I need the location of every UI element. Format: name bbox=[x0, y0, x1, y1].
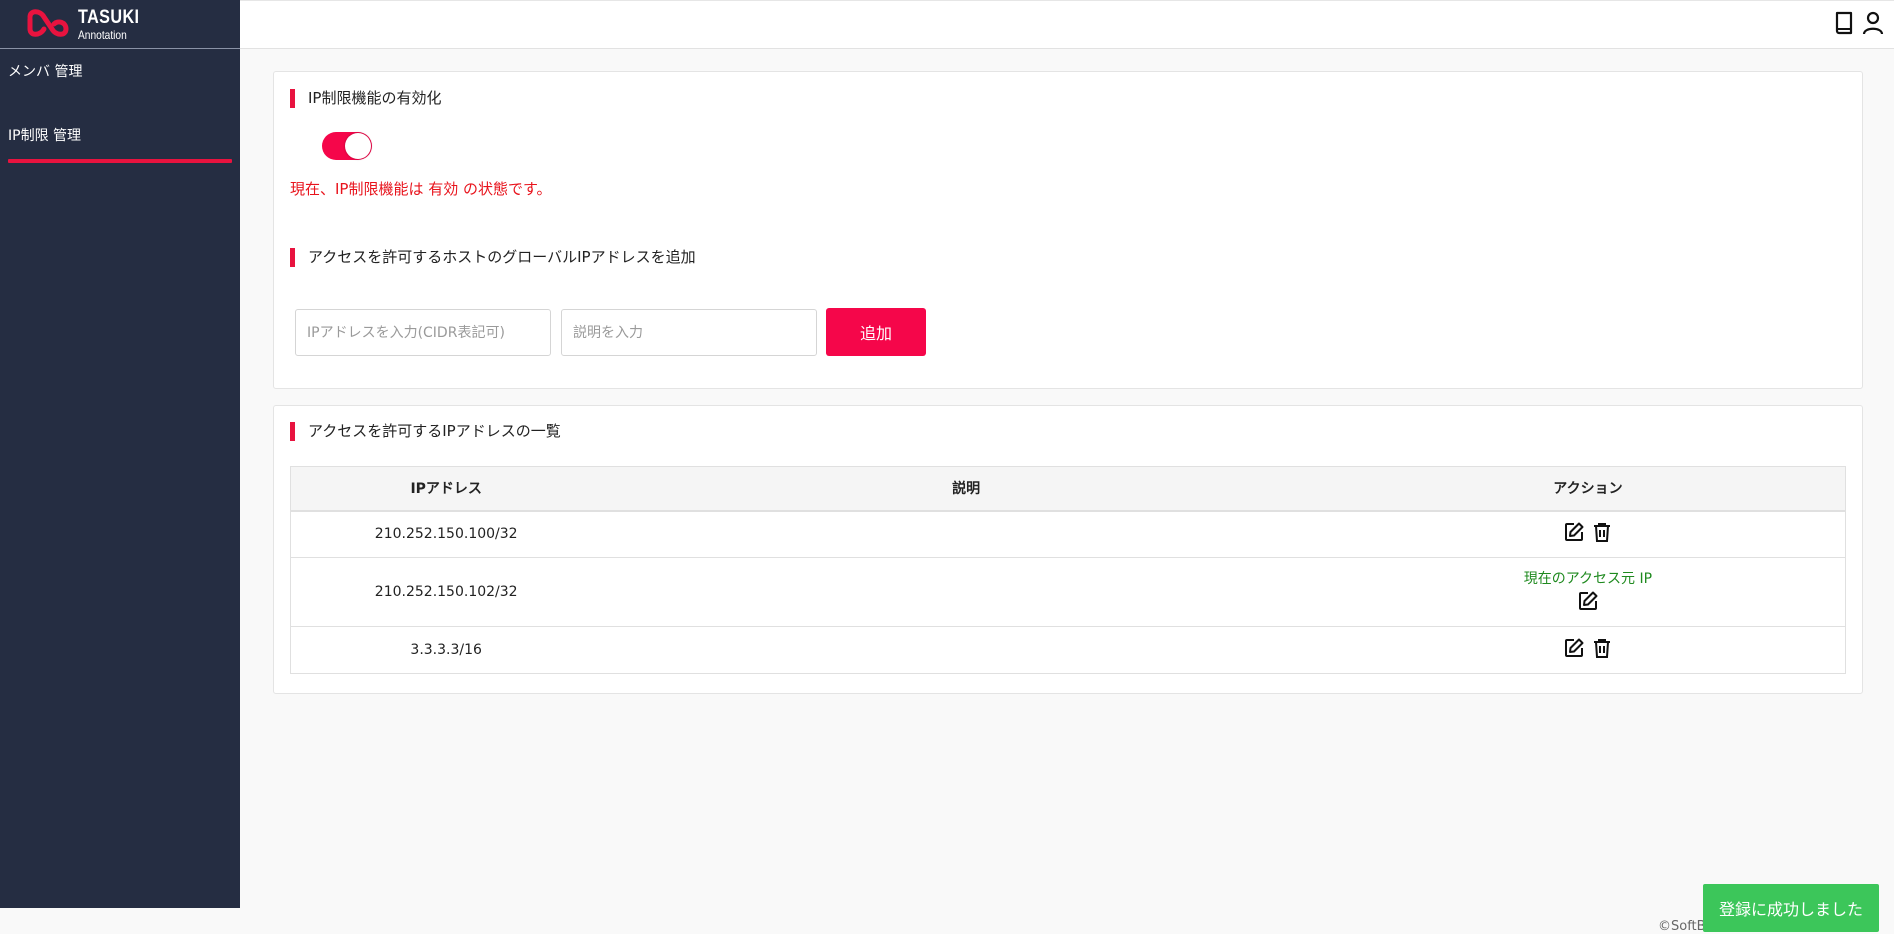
logo-title: TASUKI bbox=[78, 6, 140, 28]
footer-copyright: ©SoftB bbox=[1658, 919, 1706, 934]
current-access-ip-label: 現在のアクセス元 IP bbox=[1523, 571, 1653, 587]
allowed-ip-list-card: アクセスを許可するIPアドレスの一覧 IPアドレス 説明 アクション 210.2… bbox=[273, 405, 1863, 694]
ip-address-input[interactable] bbox=[295, 309, 551, 356]
section-title-ip-list: アクセスを許可するIPアドレスの一覧 bbox=[290, 422, 561, 441]
user-icon[interactable] bbox=[1860, 10, 1886, 36]
column-header-ip: IPアドレス bbox=[290, 466, 602, 512]
action-cell bbox=[1330, 510, 1846, 558]
top-header bbox=[240, 0, 1894, 49]
delete-icon[interactable] bbox=[1591, 637, 1613, 659]
ip-cell: 210.252.150.100/32 bbox=[290, 510, 602, 558]
active-nav-indicator bbox=[8, 159, 232, 163]
sidebar: TASUKI Annotation メンバ 管理 IP制限 管理 bbox=[0, 0, 240, 908]
description-cell bbox=[601, 510, 1331, 558]
allowed-ip-table: IPアドレス 説明 アクション 210.252.150.100/32 210.2… bbox=[290, 466, 1846, 674]
table-header-row: IPアドレス 説明 アクション bbox=[290, 466, 1846, 512]
toggle-knob bbox=[345, 133, 371, 159]
sidebar-item-member-management[interactable]: メンバ 管理 bbox=[0, 61, 240, 81]
description-input[interactable] bbox=[561, 309, 817, 356]
book-icon[interactable] bbox=[1831, 10, 1857, 36]
delete-icon[interactable] bbox=[1591, 521, 1613, 543]
description-cell bbox=[601, 557, 1331, 627]
logo-subtitle: Annotation bbox=[78, 27, 127, 42]
sidebar-item-ip-restriction[interactable]: IP制限 管理 bbox=[0, 125, 240, 145]
ip-restriction-toggle[interactable] bbox=[322, 132, 372, 160]
action-cell: 現在のアクセス元 IP bbox=[1330, 557, 1846, 627]
add-button[interactable]: 追加 bbox=[826, 308, 926, 356]
edit-icon[interactable] bbox=[1577, 590, 1599, 612]
ip-cell: 3.3.3.3/16 bbox=[290, 626, 602, 674]
restriction-status-text: 現在、IP制限機能は 有効 の状態です。 bbox=[290, 180, 552, 198]
table-row: 210.252.150.102/32 現在のアクセス元 IP bbox=[290, 557, 1846, 627]
column-header-description: 説明 bbox=[601, 466, 1331, 512]
ip-cell: 210.252.150.102/32 bbox=[290, 557, 602, 627]
section-title-add-ip: アクセスを許可するホストのグローバルIPアドレスを追加 bbox=[290, 248, 696, 267]
success-toast[interactable]: 登録に成功しました bbox=[1703, 884, 1879, 932]
logo[interactable]: TASUKI Annotation bbox=[0, 0, 240, 49]
column-header-action: アクション bbox=[1330, 466, 1846, 512]
section-title-enable: IP制限機能の有効化 bbox=[290, 89, 441, 108]
edit-icon[interactable] bbox=[1563, 521, 1585, 543]
action-cell bbox=[1330, 626, 1846, 674]
edit-icon[interactable] bbox=[1563, 637, 1585, 659]
ip-restriction-settings-card: IP制限機能の有効化 現在、IP制限機能は 有効 の状態です。 アクセスを許可す… bbox=[273, 71, 1863, 389]
table-row: 3.3.3.3/16 bbox=[290, 626, 1846, 674]
table-row: 210.252.150.100/32 bbox=[290, 510, 1846, 558]
tasuki-logo-icon bbox=[27, 9, 69, 37]
description-cell bbox=[601, 626, 1331, 674]
